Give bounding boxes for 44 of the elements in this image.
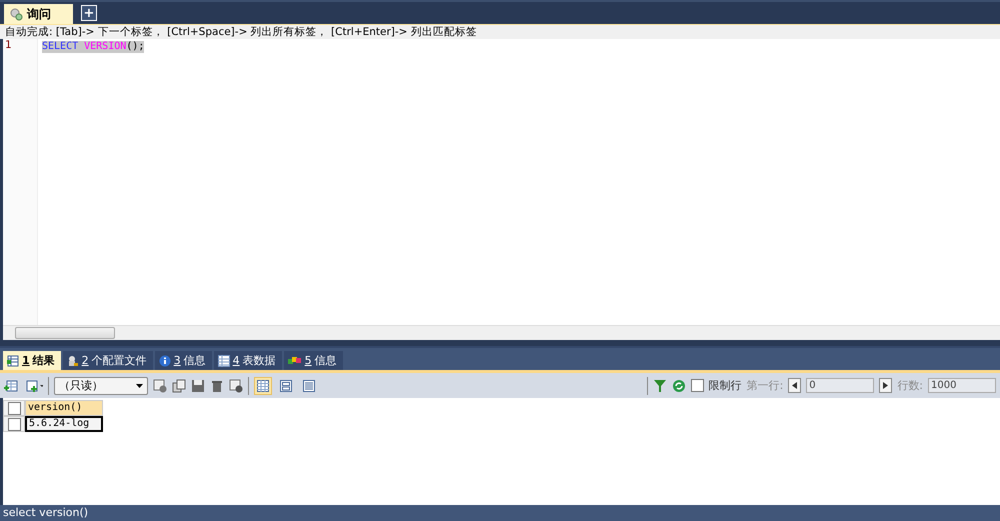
text-view-icon — [303, 380, 315, 392]
add-tab-button[interactable]: + — [81, 5, 97, 21]
row-checkbox[interactable] — [8, 418, 20, 430]
result-tab[interactable]: 4 表数据 — [214, 351, 282, 370]
refresh-icon[interactable] — [672, 378, 686, 392]
add-row-icon[interactable] — [4, 378, 18, 392]
filter-icon[interactable] — [652, 378, 667, 392]
previous-button[interactable] — [788, 378, 802, 393]
status-bar: select version() — [0, 505, 1000, 521]
result-tab[interactable]: 5 信息 — [284, 351, 343, 370]
left-arrow-icon — [792, 382, 798, 389]
first-row-label: 第一行: — [746, 378, 784, 393]
result-tab[interactable]: 3 信息 — [154, 351, 212, 370]
limit-rows-label: 限制行 — [708, 378, 742, 393]
table-icon — [218, 354, 230, 366]
blocks-icon — [288, 354, 302, 366]
clear-icon[interactable] — [229, 378, 243, 392]
autocomplete-hint: 自动完成: [Tab]-> 下一个标签， [Ctrl+Space]-> 列出所有标签， [Ctrl+Enter]-> 列出匹配标签 — [0, 24, 1000, 39]
profile-icon — [66, 354, 79, 366]
info-icon — [158, 354, 171, 366]
column-header[interactable]: version() — [25, 400, 103, 416]
view-mode-button[interactable] — [254, 376, 272, 394]
query-icon — [10, 8, 23, 20]
line-number: 1 — [4, 39, 13, 51]
trash-icon[interactable] — [210, 378, 224, 392]
mode-dropdown[interactable]: （只读） — [54, 376, 148, 394]
result-tab[interactable]: 1 结果 — [3, 351, 61, 370]
horizontal-scrollbar[interactable] — [3, 325, 1000, 340]
result-tab[interactable]: 2 个配置文件 — [62, 351, 153, 370]
form-view-icon — [280, 380, 292, 392]
grid-view-icon — [257, 380, 269, 392]
query-tab[interactable]: 询问 — [4, 4, 73, 24]
right-arrow-icon — [883, 382, 888, 389]
add-table-icon[interactable] — [153, 378, 167, 392]
row-count-field[interactable]: 1000 — [928, 378, 996, 393]
row-count-label: 行数: — [897, 378, 923, 393]
first-row-field[interactable]: 0 — [806, 378, 874, 393]
table-cell[interactable]: 5.6.24-log — [25, 416, 103, 432]
copy-icon[interactable] — [172, 378, 186, 392]
limit-rows-checkbox[interactable] — [690, 379, 704, 392]
save-icon[interactable] — [191, 378, 205, 392]
next-button[interactable] — [879, 378, 892, 393]
caret-icon — [136, 384, 143, 388]
table-icon — [7, 354, 19, 366]
